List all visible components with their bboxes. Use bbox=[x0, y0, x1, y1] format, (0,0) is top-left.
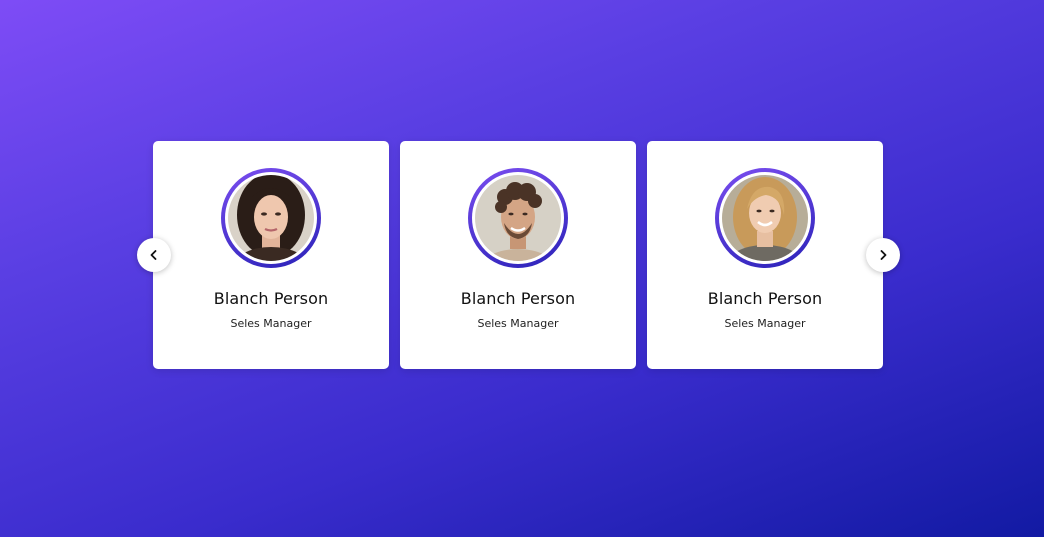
person-role: Seles Manager bbox=[477, 317, 559, 330]
avatar bbox=[228, 175, 314, 261]
avatar-ring bbox=[221, 168, 321, 268]
person-name: Blanch Person bbox=[707, 289, 823, 308]
chevron-left-icon bbox=[150, 250, 157, 260]
chevron-right-icon bbox=[880, 250, 887, 260]
profile-card: Blanch Person Seles Manager bbox=[647, 141, 883, 369]
previous-button[interactable] bbox=[137, 238, 171, 272]
woman-dark-hair-photo bbox=[228, 175, 314, 261]
person-role: Seles Manager bbox=[230, 317, 312, 330]
person-name: Blanch Person bbox=[213, 289, 329, 308]
avatar bbox=[475, 175, 561, 261]
avatar bbox=[722, 175, 808, 261]
avatar-border bbox=[225, 172, 317, 264]
avatar-ring bbox=[715, 168, 815, 268]
avatar-border bbox=[472, 172, 564, 264]
profile-card: Blanch Person Seles Manager bbox=[153, 141, 389, 369]
avatar-ring bbox=[468, 168, 568, 268]
man-curly-hair-photo bbox=[475, 175, 561, 261]
testimonial-carousel: Blanch Person Seles Manager Blanch Perso… bbox=[0, 0, 1044, 537]
avatar-border bbox=[719, 172, 811, 264]
profile-card: Blanch Person Seles Manager bbox=[400, 141, 636, 369]
next-button[interactable] bbox=[866, 238, 900, 272]
person-role: Seles Manager bbox=[724, 317, 806, 330]
person-name: Blanch Person bbox=[460, 289, 576, 308]
woman-blonde-hair-photo bbox=[722, 175, 808, 261]
